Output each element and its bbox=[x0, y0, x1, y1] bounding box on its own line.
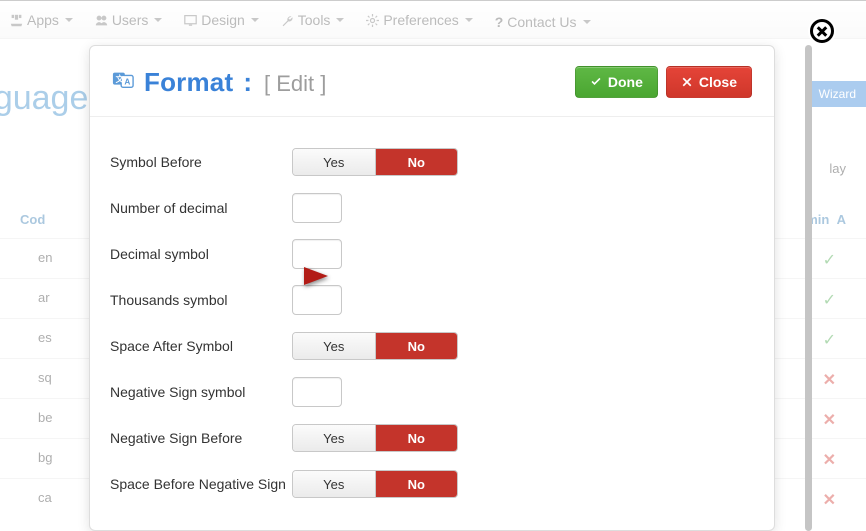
toggle-yes[interactable]: Yes bbox=[293, 471, 376, 497]
dialog-close-x[interactable] bbox=[810, 19, 834, 43]
check-icon bbox=[590, 76, 602, 88]
label-thousands-symbol: Thousands symbol bbox=[110, 292, 292, 308]
dialog-colon: : bbox=[243, 67, 252, 98]
svg-text:A: A bbox=[124, 77, 130, 86]
toggle-yes[interactable]: Yes bbox=[293, 425, 376, 451]
toggle-space-after-symbol[interactable]: Yes No bbox=[292, 332, 458, 360]
label-neg-sign-before: Negative Sign Before bbox=[110, 430, 292, 446]
label-num-decimal: Number of decimal bbox=[110, 200, 292, 216]
input-num-decimal[interactable] bbox=[292, 193, 342, 223]
toggle-no[interactable]: No bbox=[376, 333, 458, 359]
label-decimal-symbol: Decimal symbol bbox=[110, 246, 292, 262]
overlay-scrollbar[interactable] bbox=[805, 45, 812, 531]
x-icon bbox=[681, 76, 693, 88]
toggle-no[interactable]: No bbox=[376, 471, 458, 497]
format-dialog: 文 A Format : [ Edit ] Done Close bbox=[89, 45, 775, 531]
toggle-symbol-before[interactable]: Yes No bbox=[292, 148, 458, 176]
dialog-subtitle: [ Edit ] bbox=[264, 71, 326, 97]
dialog-title: Format bbox=[144, 67, 233, 98]
toggle-neg-sign-before[interactable]: Yes No bbox=[292, 424, 458, 452]
toggle-space-before-neg[interactable]: Yes No bbox=[292, 470, 458, 498]
input-thousands-symbol[interactable] bbox=[292, 285, 342, 315]
label-symbol-before: Symbol Before bbox=[110, 154, 292, 170]
close-button[interactable]: Close bbox=[666, 66, 752, 98]
label-space-after-symbol: Space After Symbol bbox=[110, 338, 292, 354]
label-space-before-neg: Space Before Negative Sign bbox=[110, 476, 292, 492]
toggle-yes[interactable]: Yes bbox=[293, 333, 376, 359]
toggle-no[interactable]: No bbox=[376, 425, 458, 451]
translate-icon: 文 A bbox=[112, 69, 134, 91]
label-neg-sign-symbol: Negative Sign symbol bbox=[110, 384, 292, 400]
toggle-no[interactable]: No bbox=[376, 149, 458, 175]
done-button[interactable]: Done bbox=[575, 66, 658, 98]
svg-text:文: 文 bbox=[116, 73, 125, 83]
toggle-yes[interactable]: Yes bbox=[293, 149, 376, 175]
input-decimal-symbol[interactable] bbox=[292, 239, 342, 269]
input-neg-sign-symbol[interactable] bbox=[292, 377, 342, 407]
